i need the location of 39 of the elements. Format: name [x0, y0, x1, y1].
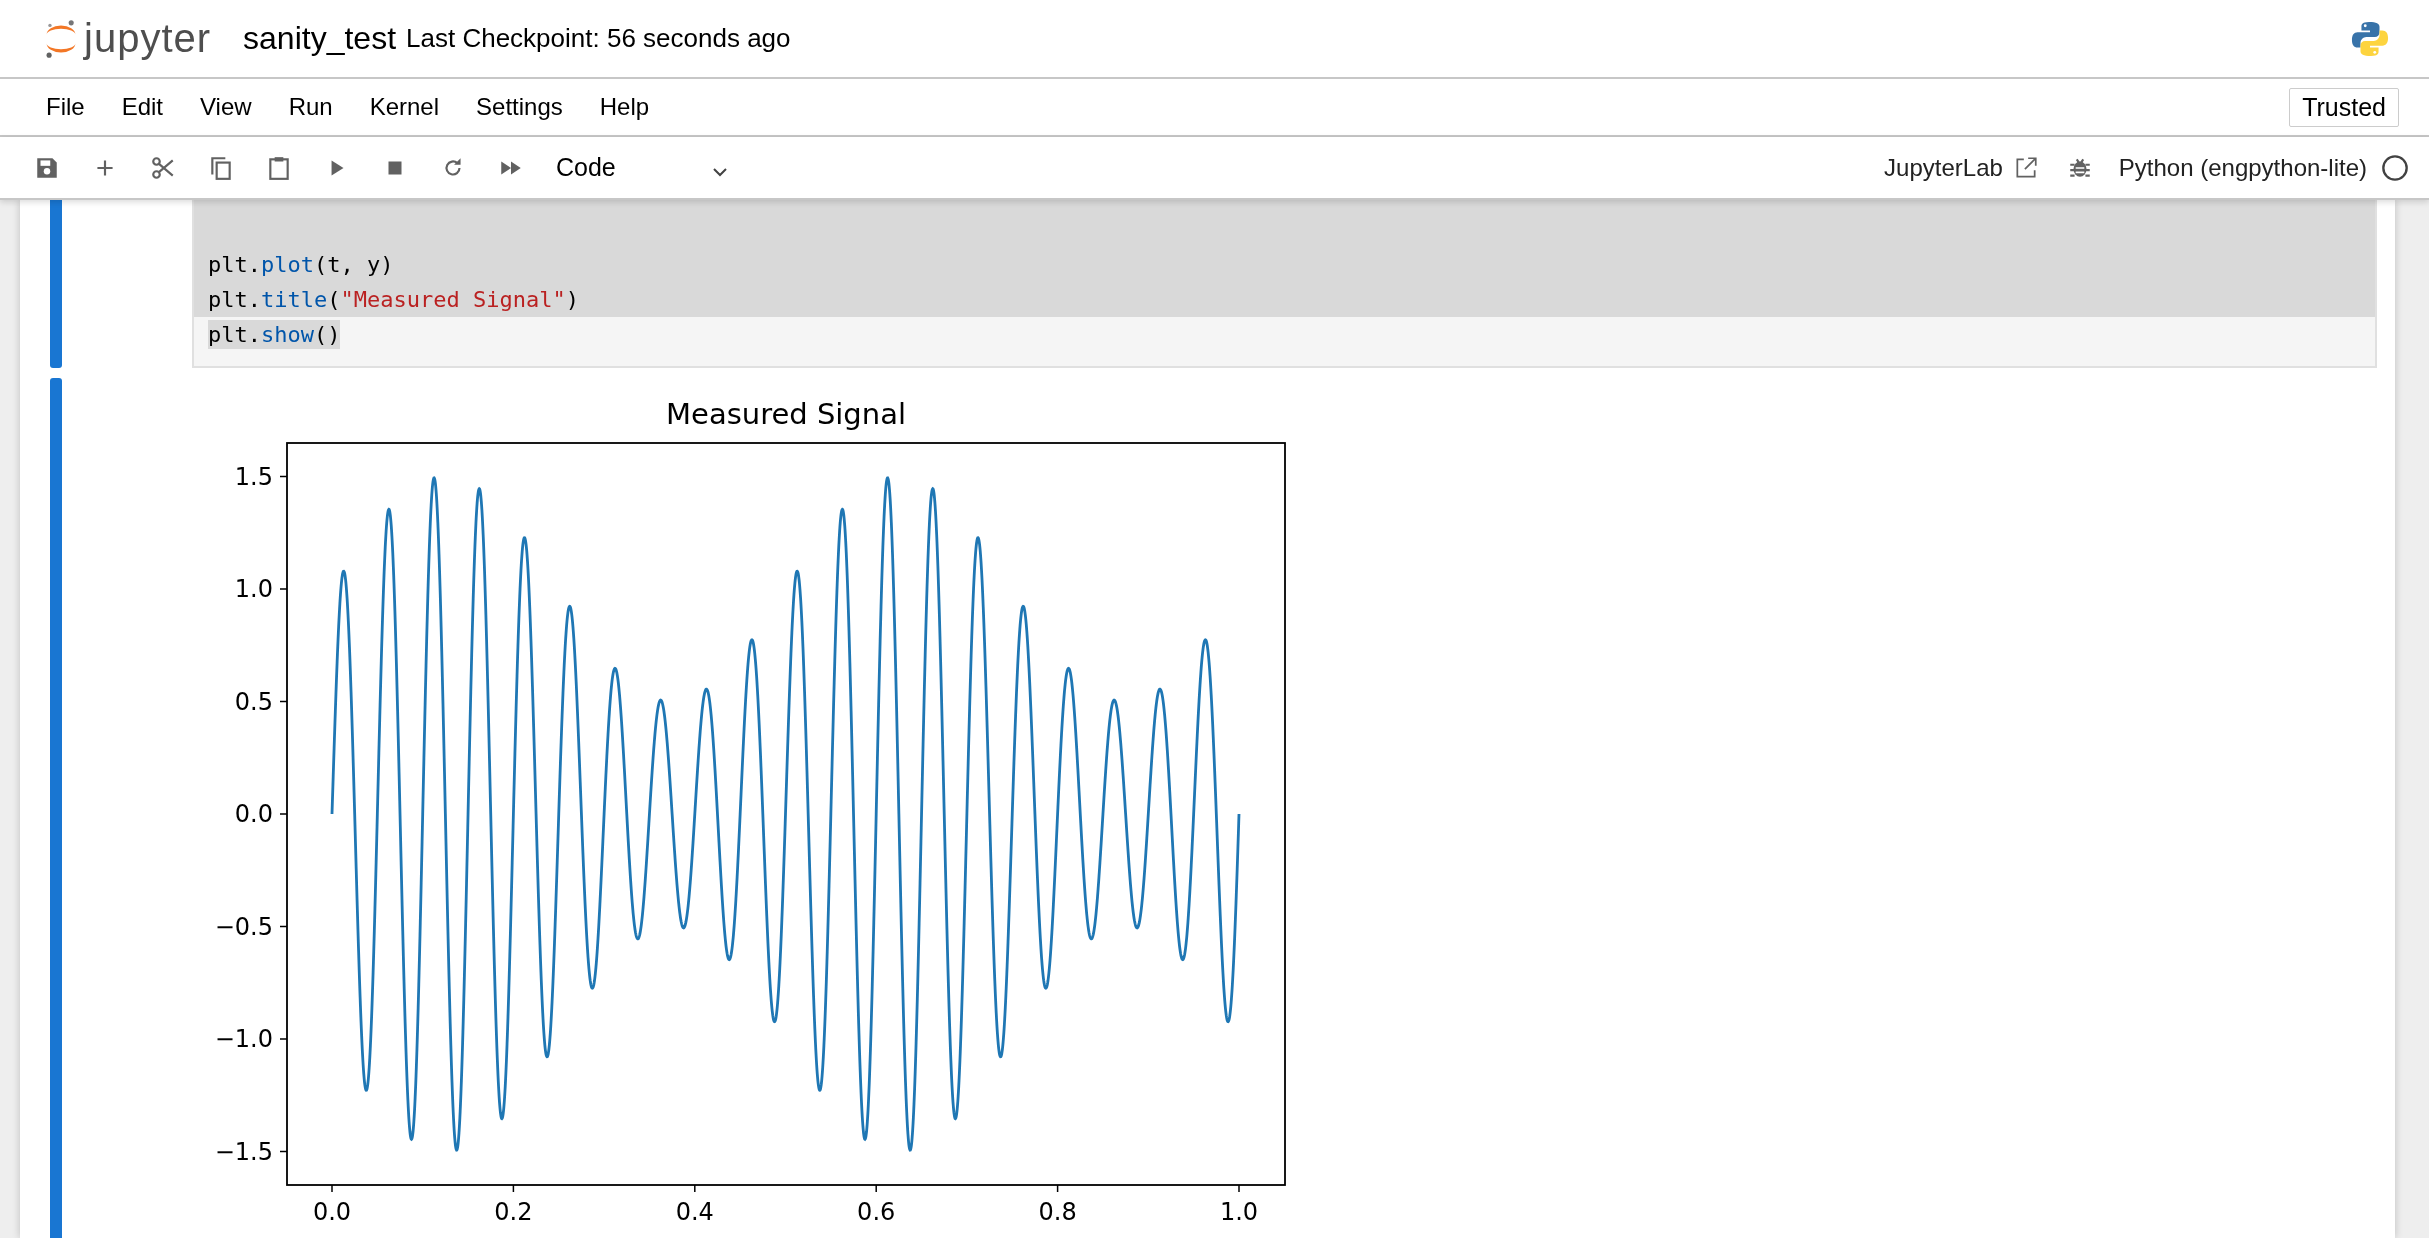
x-tick-label: 0.6 [857, 1198, 896, 1226]
menu-item[interactable]: Kernel [369, 93, 440, 121]
checkpoint-status: Last Checkpoint: 56 seconds ago [406, 23, 791, 54]
x-tick-label: 1.0 [1219, 1198, 1259, 1226]
y-tick-label: 0.0 [234, 800, 273, 828]
menu-item[interactable]: Run [288, 93, 333, 121]
y-tick-label: 1.0 [234, 575, 273, 603]
cell-collapser[interactable] [50, 378, 62, 1238]
trusted-button[interactable]: Trusted [2289, 87, 2399, 127]
y-tick-label: 0.5 [234, 687, 273, 716]
cell-collapser[interactable] [50, 200, 62, 368]
copy-icon[interactable] [208, 154, 234, 181]
x-tick-label: 0.0 [312, 1198, 352, 1226]
chart-title: Measured Signal [666, 397, 906, 431]
notebook-name[interactable]: sanity_test [243, 20, 397, 57]
y-tick-label: 1.5 [234, 462, 273, 491]
menu-item[interactable]: Settings [476, 93, 563, 121]
caret-icon [711, 166, 728, 177]
logo-text: jupyter [84, 16, 212, 61]
paste-icon[interactable] [266, 154, 292, 181]
jupyterlab-link[interactable]: JupyterLab [1884, 153, 2003, 182]
x-tick-label: 0.4 [675, 1198, 714, 1226]
kernel-name[interactable]: Python (engpython-lite) [2118, 153, 2367, 182]
menu-item[interactable]: View [200, 93, 252, 121]
menu-item[interactable]: File [46, 93, 85, 121]
cut-icon[interactable] [150, 154, 176, 181]
cell-type-dropdown[interactable]: Code [556, 153, 728, 182]
jupyter-logo-icon [44, 18, 78, 59]
code-line: plt.title("Measured Signal") [208, 286, 579, 314]
x-tick-label: 0.2 [494, 1198, 533, 1226]
python-logo-icon [2351, 19, 2389, 58]
menu-item[interactable]: Edit [121, 93, 164, 121]
code-line: plt.plot(t, y) [208, 251, 394, 279]
code-input[interactable]: plt.plot(t, y) plt.title("Measured Signal") plt.show() [192, 200, 2377, 368]
y-tick-label: −1.0 [214, 1025, 273, 1053]
menu-item[interactable]: Help [599, 93, 650, 121]
y-tick-label: −1.5 [214, 1137, 273, 1166]
x-tick-label: 0.8 [1038, 1198, 1077, 1226]
y-tick-label: −0.5 [214, 912, 273, 941]
